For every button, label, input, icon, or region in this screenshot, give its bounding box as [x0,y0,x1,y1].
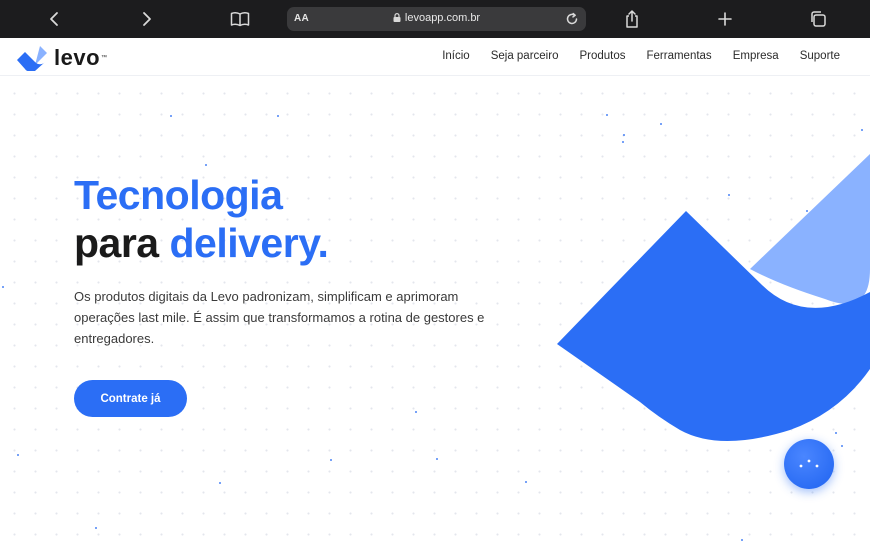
chat-dots-icon [799,459,819,468]
particle-dot [606,114,608,116]
particle-dot [277,115,279,117]
headline-line-2-dark: para [74,220,170,266]
particle-dot [219,482,221,484]
nav-seja-parceiro[interactable]: Seja parceiro [491,50,559,62]
browser-toolbar: AA levoapp.com.br [0,0,870,38]
particle-dot [622,141,624,143]
hero-headline: Tecnologia para delivery. [74,171,329,267]
particle-dot [660,123,662,125]
nav-ferramentas[interactable]: Ferramentas [647,50,712,62]
particle-dot [2,286,4,288]
headline-line-2-blue: delivery. [169,220,329,266]
share-icon[interactable] [622,9,642,29]
nav-empresa[interactable]: Empresa [733,50,779,62]
particle-dot [330,459,332,461]
logo-wordmark: levo [54,45,101,70]
hero-description: Os produtos digitais da Levo padronizam,… [74,289,485,346]
levo-logo-mark [17,46,47,71]
forward-icon[interactable] [137,9,157,29]
levo-logo[interactable]: levo ™ [16,45,108,71]
tabs-icon[interactable] [808,9,828,29]
particle-dot [415,411,417,413]
brand-check-graphic [557,154,870,441]
nav-inicio[interactable]: Início [442,50,470,62]
particle-dot [623,134,625,136]
headline-line-1: Tecnologia [74,172,283,218]
particle-dot [741,539,743,541]
particle-dot [861,129,863,131]
particle-dot [17,454,19,456]
particle-dot [170,115,172,117]
address-bar[interactable]: AA levoapp.com.br [287,7,586,31]
lock-icon [393,13,401,22]
particle-dot [436,458,438,460]
particle-dot [95,527,97,529]
check-light-stroke [750,154,870,304]
nav-produtos[interactable]: Produtos [579,50,625,62]
particle-dot [205,164,207,166]
hero-section: Tecnologia para delivery. Os produtos di… [0,77,870,544]
new-tab-icon[interactable] [715,9,735,29]
chat-button[interactable] [784,439,834,489]
back-icon[interactable] [44,9,64,29]
bookmarks-icon[interactable] [230,9,250,29]
nav-suporte[interactable]: Suporte [800,50,840,62]
reload-icon[interactable] [564,11,580,27]
contrate-ja-button[interactable]: Contrate já [74,380,187,417]
particle-dot [525,481,527,483]
url-text: levoapp.com.br [404,12,481,24]
url-display[interactable]: levoapp.com.br [287,12,586,24]
trademark-symbol: ™ [101,55,108,61]
main-navigation: Início Seja parceiro Produtos Ferramenta… [442,50,840,62]
site-header: levo ™ Início Seja parceiro Produtos Fer… [0,38,870,76]
